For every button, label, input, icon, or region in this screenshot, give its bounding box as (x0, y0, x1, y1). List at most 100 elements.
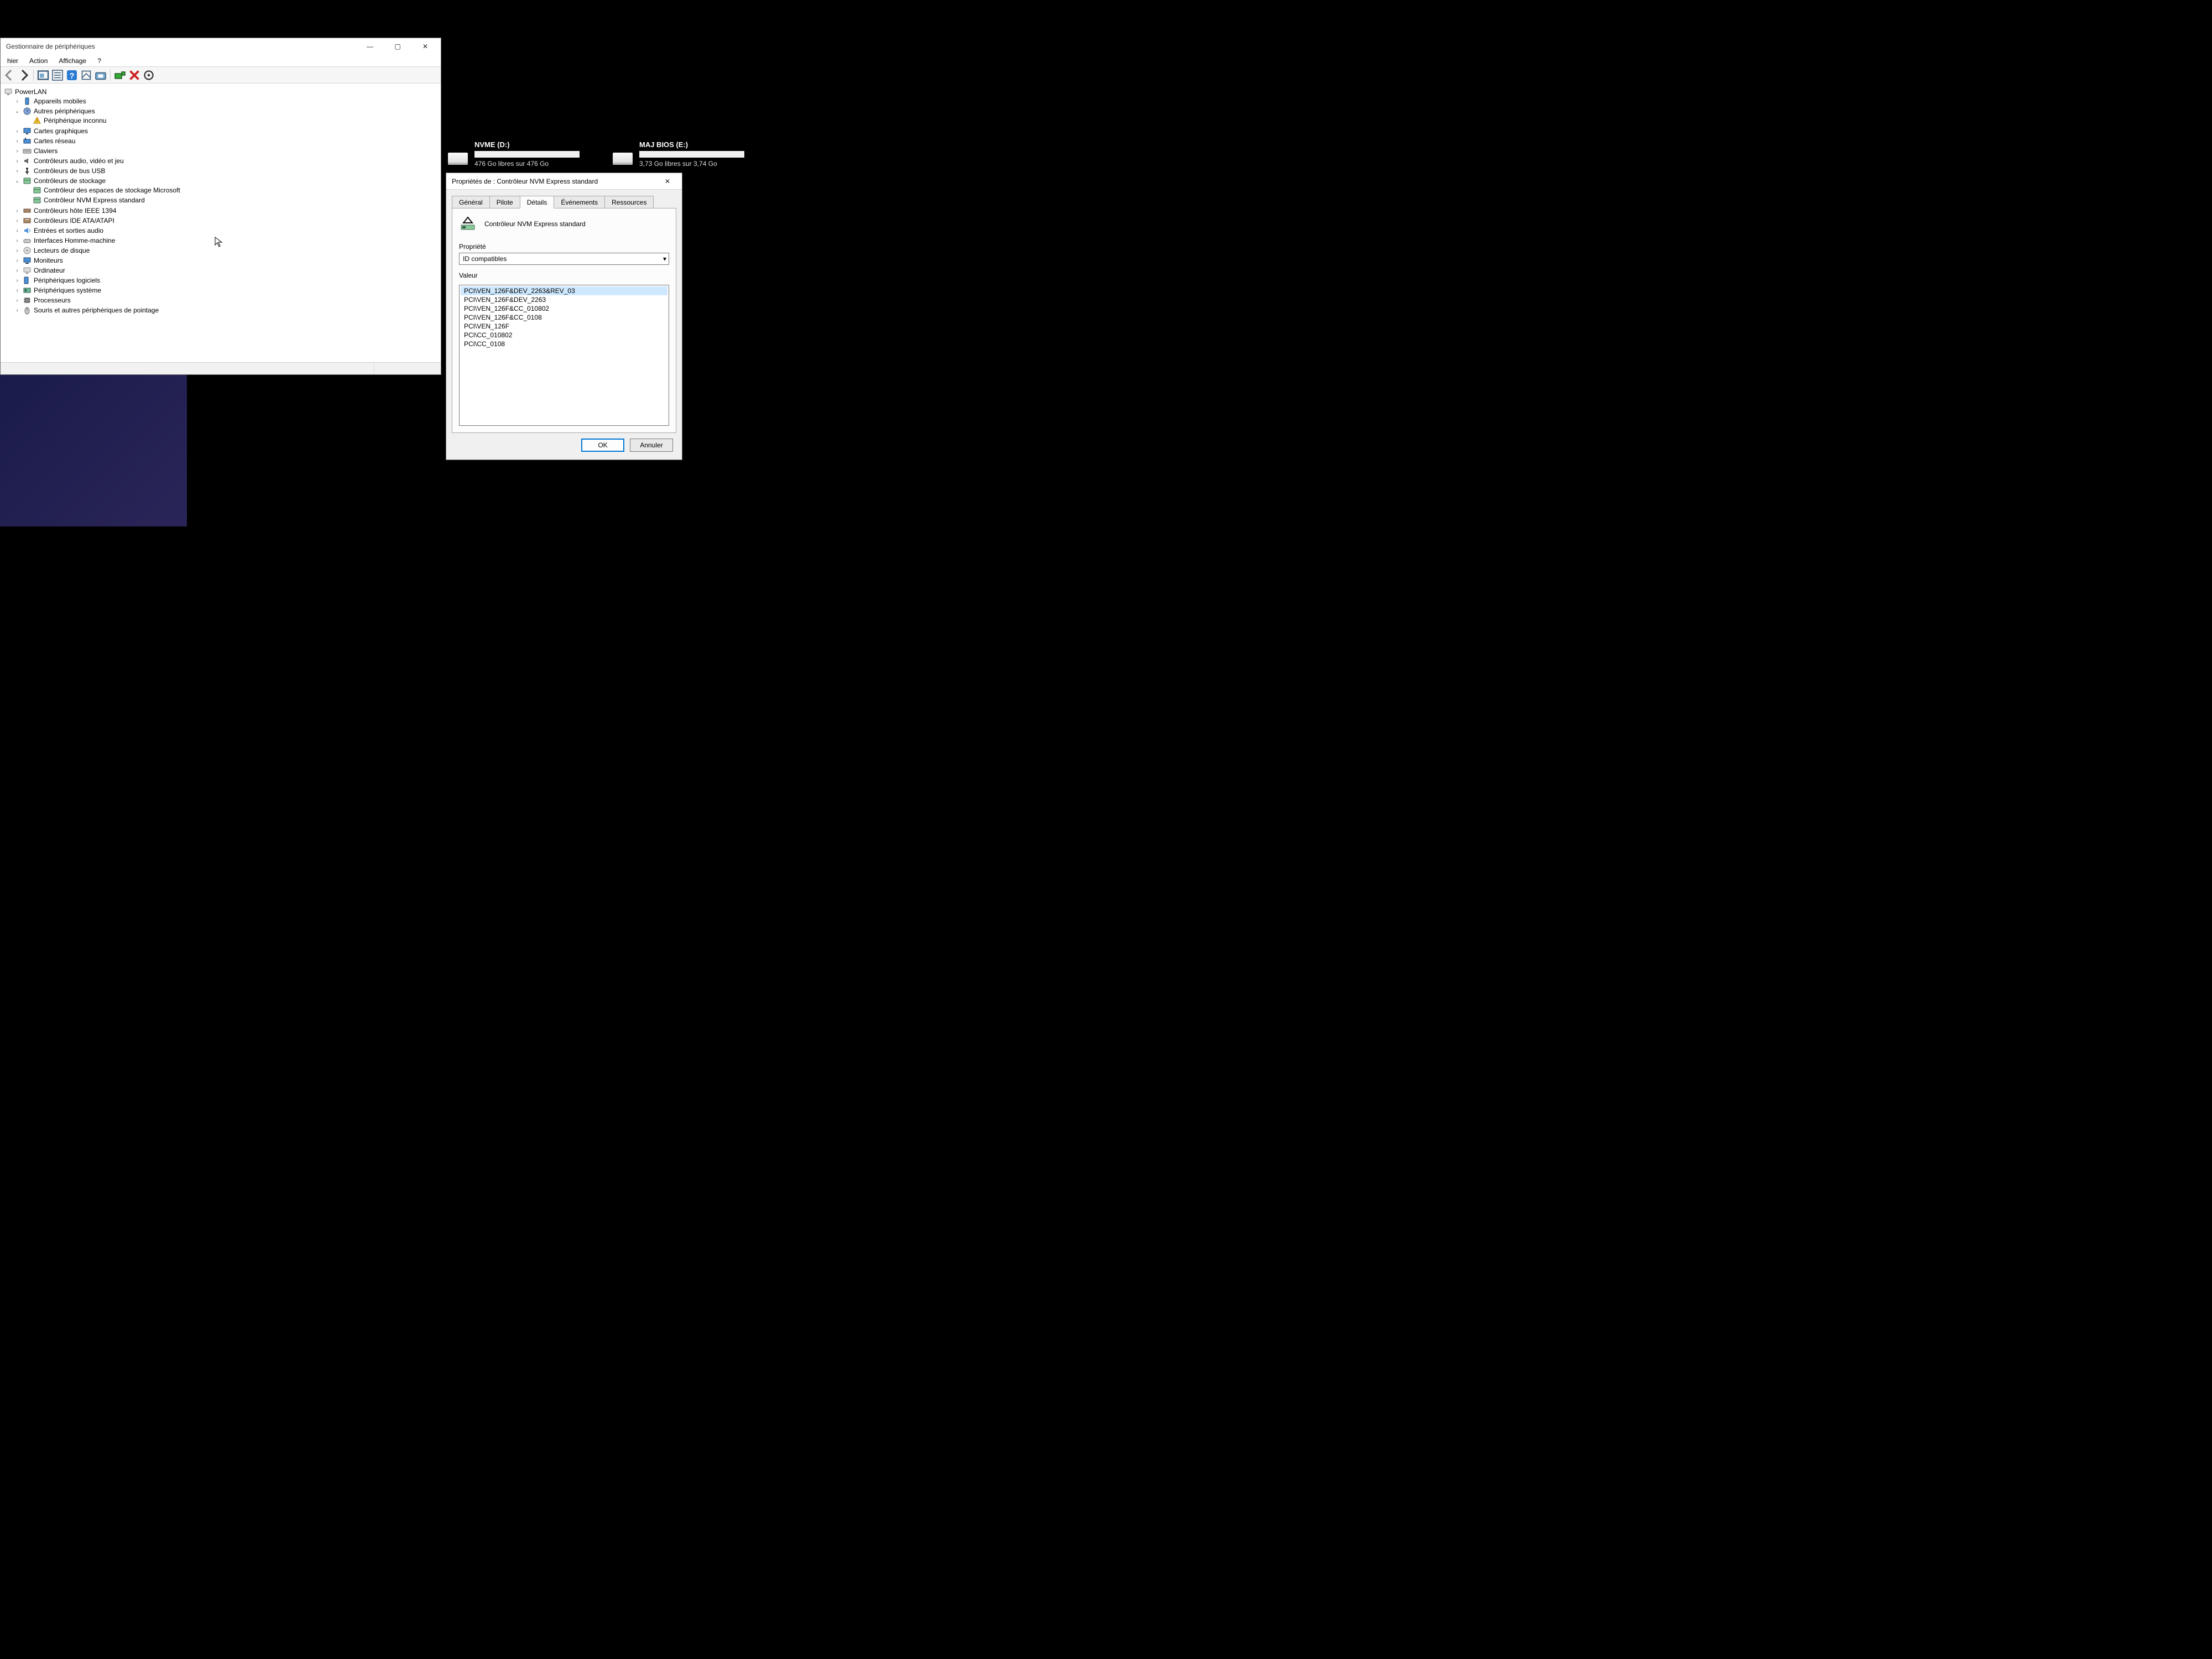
tree-item[interactable]: ⌄?Autres périphériques (14, 107, 439, 116)
window-title: Gestionnaire de périphériques (6, 43, 354, 50)
menu-help[interactable]: ? (93, 56, 106, 66)
tree-item[interactable]: ›Périphériques logiciels (14, 276, 439, 285)
tree-item-label: Souris et autres périphériques de pointa… (34, 306, 159, 314)
other-icon: ? (23, 107, 32, 116)
statusbar (1, 362, 441, 374)
properties-button[interactable] (51, 69, 64, 82)
list-item[interactable]: PCI\VEN_126F&CC_0108 (461, 313, 667, 322)
ok-button[interactable]: OK (581, 439, 624, 452)
dialog-title: Propriétés de : Contrôleur NVM Express s… (452, 178, 655, 185)
tree-item[interactable]: ›Processeurs (14, 296, 439, 305)
tree-spacer (24, 197, 30, 204)
cancel-button[interactable]: Annuler (630, 439, 673, 452)
menu-file[interactable]: hier (3, 56, 23, 66)
expand-icon[interactable]: › (14, 207, 20, 214)
nav-forward-button[interactable] (17, 69, 30, 82)
tree-item[interactable]: ›Périphériques système (14, 286, 439, 295)
tree-item[interactable]: ›Contrôleurs de bus USB (14, 166, 439, 175)
close-button[interactable]: ✕ (413, 39, 437, 54)
expand-icon[interactable]: › (14, 168, 20, 174)
mobile-icon (23, 97, 32, 106)
tree-item[interactable]: ›Contrôleurs audio, vidéo et jeu (14, 156, 439, 165)
tree-spacer (24, 187, 30, 194)
tree-item[interactable]: ›Lecteurs de disque (14, 246, 439, 255)
enable-device-button[interactable] (113, 69, 127, 82)
menu-action[interactable]: Action (25, 56, 52, 66)
drive-subtitle: 476 Go libres sur 476 Go (474, 160, 580, 168)
expand-icon[interactable]: › (14, 287, 20, 294)
expand-icon[interactable]: › (14, 128, 20, 134)
tab-general[interactable]: Général (452, 196, 490, 208)
expand-icon[interactable]: › (14, 277, 20, 284)
expand-icon[interactable]: › (14, 138, 20, 144)
tree-item[interactable]: ›Contrôleurs IDE ATA/ATAPI (14, 216, 439, 225)
tree-root[interactable]: PowerLAN (4, 87, 439, 96)
tree-item[interactable]: Contrôleur des espaces de stockage Micro… (24, 186, 439, 195)
tree-item[interactable]: ›Ordinateur (14, 266, 439, 275)
close-button[interactable]: ✕ (655, 174, 680, 189)
update-driver-button[interactable] (94, 69, 107, 82)
sound-icon (23, 156, 32, 165)
tree-item-label: Appareils mobiles (34, 97, 86, 105)
minimize-button[interactable]: ― (358, 39, 382, 54)
scan-hardware-button[interactable] (142, 69, 155, 82)
expand-icon[interactable]: › (14, 267, 20, 274)
drive-majbios[interactable]: MAJ BIOS (E:) 3,73 Go libres sur 3,74 Go (613, 140, 744, 168)
drive-nvme[interactable]: NVME (D:) 476 Go libres sur 476 Go (448, 140, 580, 168)
value-listbox[interactable]: PCI\VEN_126F&DEV_2263&REV_03PCI\VEN_126F… (459, 285, 669, 426)
tree-item[interactable]: !Périphérique inconnu (24, 116, 439, 125)
tab-events[interactable]: Événements (554, 196, 605, 208)
show-hidden-button[interactable] (36, 69, 50, 82)
menu-view[interactable]: Affichage (54, 56, 91, 66)
help-button[interactable]: ? (65, 69, 79, 82)
expand-icon[interactable]: › (14, 237, 20, 244)
tab-driver[interactable]: Pilote (489, 196, 520, 208)
expand-icon[interactable]: › (14, 217, 20, 224)
tab-resources[interactable]: Ressources (604, 196, 654, 208)
tree-item[interactable]: ›Contrôleurs hôte IEEE 1394 (14, 206, 439, 215)
uninstall-device-button[interactable] (128, 69, 141, 82)
property-combobox[interactable]: ID compatibles ▾ (459, 253, 669, 265)
expand-icon[interactable]: › (14, 158, 20, 164)
expand-icon[interactable]: › (14, 297, 20, 304)
tree-item[interactable]: ⌄Contrôleurs de stockage (14, 176, 439, 185)
expand-icon[interactable]: › (14, 148, 20, 154)
tree-item-label: Claviers (34, 147, 58, 155)
expand-icon[interactable]: › (14, 307, 20, 314)
cpu-icon (23, 296, 32, 305)
list-item[interactable]: PCI\VEN_126F (461, 322, 667, 331)
nav-back-button[interactable] (3, 69, 16, 82)
property-label: Propriété (459, 243, 669, 251)
tab-details[interactable]: Détails (520, 196, 555, 208)
tree-item[interactable]: ›Entrées et sorties audio (14, 226, 439, 235)
expand-icon[interactable]: › (14, 257, 20, 264)
collapse-icon[interactable]: ⌄ (14, 108, 20, 114)
list-item[interactable]: PCI\VEN_126F&DEV_2263 (461, 295, 667, 304)
list-item[interactable]: PCI\VEN_126F&DEV_2263&REV_03 (461, 286, 667, 295)
tree-item[interactable]: ›Interfaces Homme-machine (14, 236, 439, 245)
tree-item[interactable]: ›Cartes réseau (14, 137, 439, 145)
titlebar[interactable]: Gestionnaire de périphériques ― ▢ ✕ (1, 38, 441, 55)
list-item[interactable]: PCI\VEN_126F&CC_010802 (461, 304, 667, 313)
usb-icon (23, 166, 32, 175)
tree-item[interactable]: ›Cartes graphiques (14, 127, 439, 135)
expand-icon[interactable]: › (14, 247, 20, 254)
collapse-icon[interactable]: ⌄ (14, 178, 20, 184)
tree-item[interactable]: Contrôleur NVM Express standard (24, 196, 439, 205)
expand-icon[interactable]: › (14, 98, 20, 105)
maximize-button[interactable]: ▢ (385, 39, 410, 54)
tree-item[interactable]: › Claviers (14, 147, 439, 155)
scan-button[interactable] (80, 69, 93, 82)
tree-item[interactable]: › Appareils mobiles (14, 97, 439, 106)
expand-icon[interactable]: › (14, 227, 20, 234)
list-item[interactable]: PCI\CC_010802 (461, 331, 667, 340)
tree-item-label: Contrôleur des espaces de stockage Micro… (44, 186, 180, 194)
titlebar[interactable]: Propriétés de : Contrôleur NVM Express s… (446, 173, 682, 190)
tree-item[interactable]: ›Moniteurs (14, 256, 439, 265)
list-item[interactable]: PCI\CC_0108 (461, 340, 667, 348)
device-tree[interactable]: PowerLAN › Appareils mobiles ⌄?Autres péri… (1, 84, 441, 362)
warn-icon: ! (33, 116, 41, 125)
mouse-icon (23, 306, 32, 315)
tree-item[interactable]: › Souris et autres périphériques de point… (14, 306, 439, 315)
drive-subtitle: 3,73 Go libres sur 3,74 Go (639, 160, 744, 168)
